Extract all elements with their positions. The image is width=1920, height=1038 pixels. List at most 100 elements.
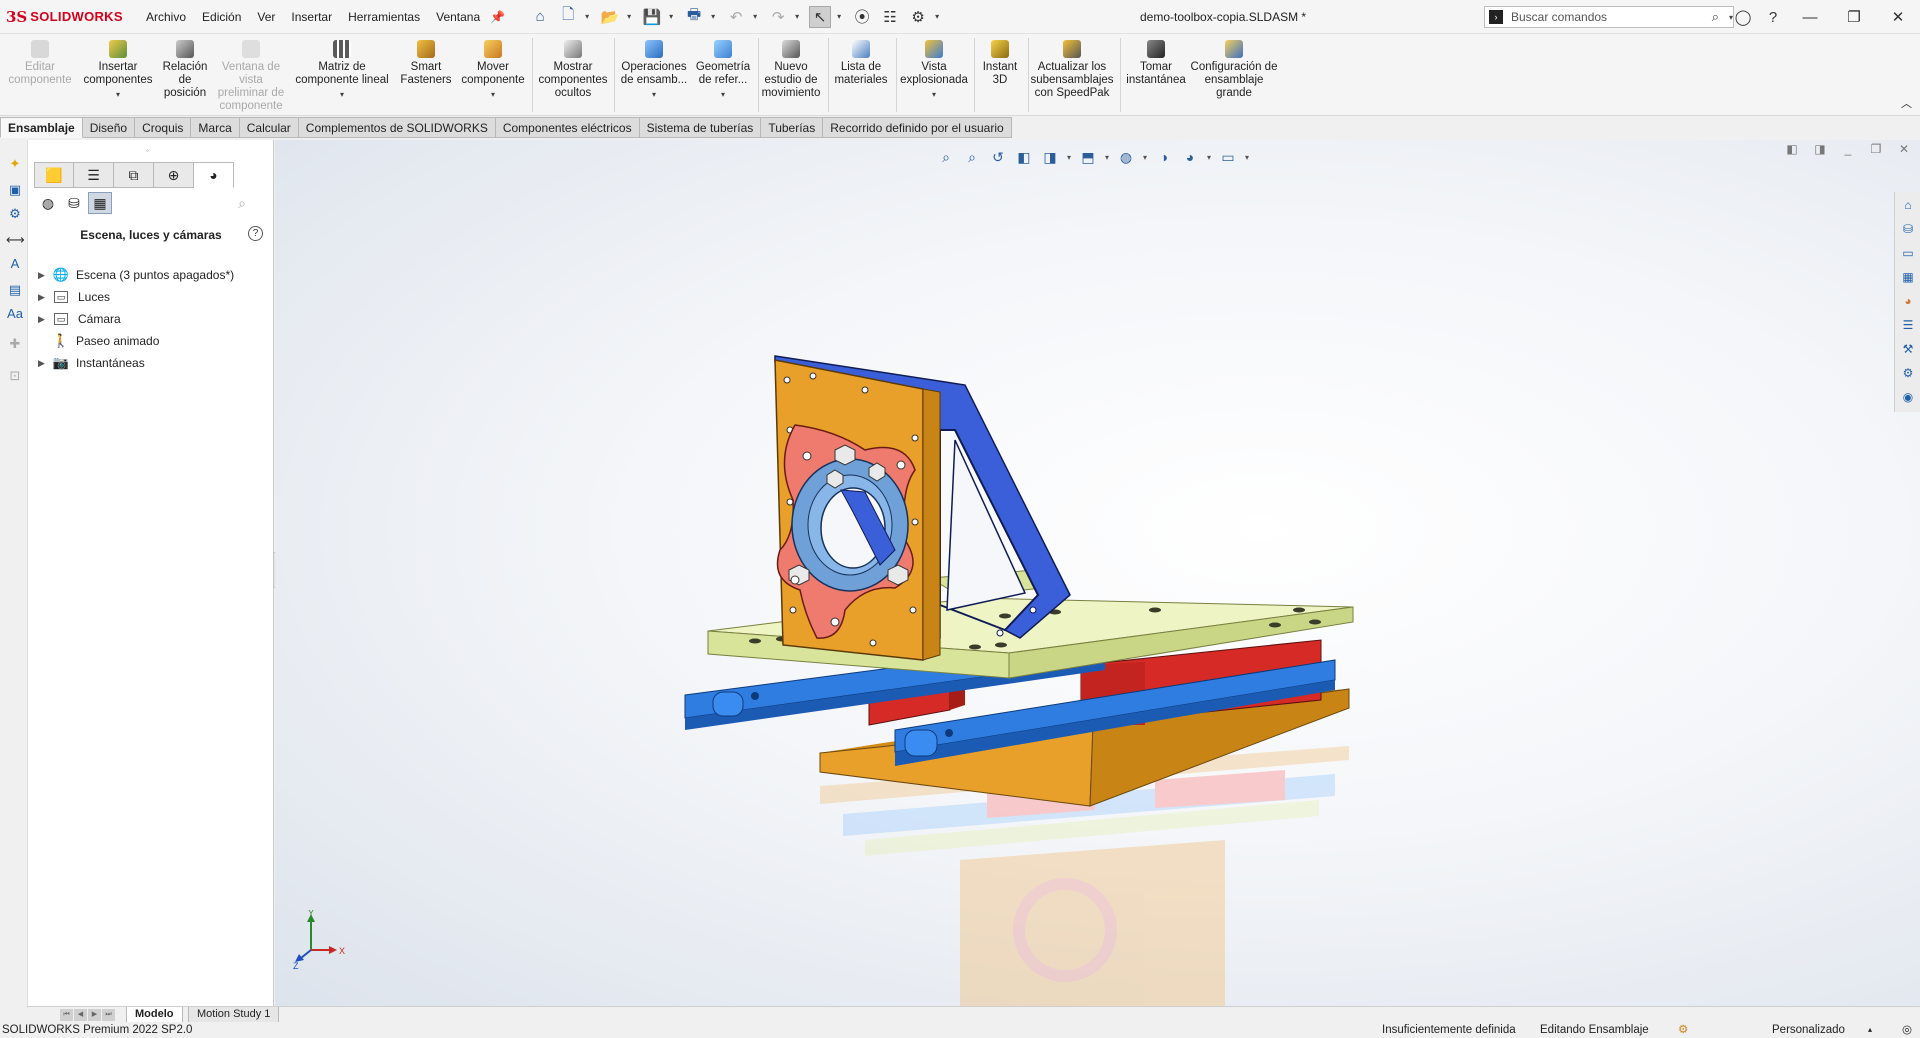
select-pointer-icon[interactable]: ↖ (809, 5, 832, 28)
restore-button[interactable]: ❐ (1832, 8, 1876, 26)
ribbon-component-preview[interactable]: Ventana de vista preliminar de component… (216, 40, 286, 113)
file-properties-icon[interactable]: ☷ (879, 6, 901, 28)
rebuild-status-icon[interactable]: ⚙ (1678, 1022, 1688, 1038)
smart-component-icon[interactable]: ✦ (6, 156, 24, 174)
tab-marca[interactable]: Marca (191, 117, 240, 138)
new-dropdown-icon[interactable]: ▾ (585, 12, 593, 21)
add-item-icon[interactable]: ✚ (6, 336, 24, 354)
expand-arrow-icon[interactable]: ▶ (38, 314, 52, 325)
tab-complementos[interactable]: Complementos de SOLIDWORKS (298, 117, 496, 138)
status-units[interactable]: Personalizado (1772, 1022, 1845, 1038)
ribbon-bom[interactable]: Lista de materiales (832, 40, 890, 87)
ribbon-exploded-view[interactable]: Vista explosionada ▾ (900, 40, 968, 101)
tree-item-lights[interactable]: ▶ ▭ Luces (38, 286, 234, 308)
graphics-area[interactable]: ⌕ ⌕ ↺ ◧ ◨ ▾ ⬒ ▾ ◍ ▾ ◑ ◕ ▾ ▭ ▾ ◧ ◨ _ ❐ ✕ ⌂ ⛁ ▭… (275, 140, 1920, 1006)
ribbon-linear-pattern[interactable]: Matriz de componente lineal ▾ (292, 40, 392, 101)
ribbon-show-hidden[interactable]: Mostrar componentes ocultos (536, 40, 610, 100)
chevron-down-icon[interactable]: ▾ (80, 88, 156, 101)
ribbon-edit-component[interactable]: Editar componente (6, 40, 74, 87)
ribbon-move-component[interactable]: Mover componente ▾ (460, 40, 526, 101)
menu-ventana[interactable]: Ventana (428, 10, 488, 24)
ribbon-snapshot[interactable]: Tomar instantánea (1124, 40, 1188, 87)
menu-archivo[interactable]: Archivo (138, 10, 194, 24)
options-dropdown-icon[interactable]: ▾ (935, 12, 943, 21)
new-document-icon[interactable]: 🗋 (557, 6, 579, 28)
ribbon-large-assembly[interactable]: Configuración de ensamblaje grande (1190, 40, 1278, 100)
chevron-down-icon[interactable]: ▾ (900, 88, 968, 101)
search-icon[interactable]: ⌕ (1712, 9, 1719, 25)
assembly-model[interactable] (275, 140, 1920, 1006)
collapse-ribbon-icon[interactable]: ︿ (1901, 95, 1912, 111)
tab-ensamblaje[interactable]: Ensamblaje (0, 117, 83, 138)
menu-herramientas[interactable]: Herramientas (340, 10, 428, 24)
expand-arrow-icon[interactable]: ▶ (38, 292, 52, 303)
display-manager-tab-icon[interactable]: ◕ (194, 162, 234, 188)
dimension-icon[interactable]: ⟷ (6, 232, 25, 250)
dimxpert-tab-icon[interactable]: ⊕ (154, 162, 194, 188)
minimize-button[interactable]: — (1788, 9, 1832, 26)
user-account-icon[interactable]: ◯ (1728, 8, 1758, 26)
select-dropdown-icon[interactable]: ▾ (837, 12, 845, 21)
tab-sistema-tuberias[interactable]: Sistema de tuberías (639, 117, 762, 138)
save-dropdown-icon[interactable]: ▾ (669, 12, 677, 21)
panel-help-icon[interactable]: ? (248, 226, 263, 241)
expand-arrow-icon[interactable]: ▶ (38, 358, 52, 369)
print-icon[interactable]: 🖶 (683, 6, 705, 28)
ribbon-new-motion-study[interactable]: Nuevo estudio de movimiento (760, 40, 822, 100)
save-icon[interactable]: 💾 (641, 6, 663, 28)
tab-tuberias[interactable]: Tuberías (761, 117, 824, 138)
command-search[interactable]: › Buscar comandos ⌕ ▾ (1484, 6, 1734, 28)
propertymanager-tab-icon[interactable]: ☰ (74, 162, 114, 188)
solidworks-logo[interactable]: 3S SOLIDWORKS (0, 8, 138, 26)
ribbon-speedpak[interactable]: Actualizar los subensamblajes con SpeedP… (1030, 40, 1114, 100)
tree-item-scene[interactable]: ▶ 🌐 Escena (3 puntos apagados*) (38, 264, 234, 286)
tree-item-snapshots[interactable]: ▶ 📷 Instantáneas (38, 352, 234, 374)
chevron-down-icon[interactable]: ▾ (618, 88, 690, 101)
expand-arrow-icon[interactable]: ▶ (38, 270, 52, 281)
ribbon-mate[interactable]: Relación de posición (158, 40, 212, 100)
text-aa-icon[interactable]: Aa (6, 306, 24, 324)
undo-icon[interactable]: ↶ (725, 6, 747, 28)
featuremanager-tab-icon[interactable]: 🟨 (34, 162, 74, 188)
previous-tab-icon[interactable]: ◀ (74, 1009, 87, 1021)
chevron-down-icon[interactable]: ▾ (692, 88, 754, 101)
ribbon-insert-components[interactable]: Insertar componentes ▾ (80, 40, 156, 101)
tab-motion-study-1[interactable]: Motion Study 1 (188, 1007, 280, 1023)
menu-ver[interactable]: Ver (249, 10, 283, 24)
tab-componentes-electricos[interactable]: Componentes eléctricos (495, 117, 640, 138)
appearances-icon[interactable]: ◍ (36, 192, 60, 214)
xxx-fastener-icon[interactable]: ⚙ (6, 206, 24, 224)
open-dropdown-icon[interactable]: ▾ (627, 12, 635, 21)
annotation-a-icon[interactable]: A (6, 256, 24, 274)
ribbon-smart-fasteners[interactable]: Smart Fasteners (396, 40, 456, 87)
tab-modelo[interactable]: Modelo (126, 1007, 183, 1023)
redo-dropdown-icon[interactable]: ▾ (795, 12, 803, 21)
first-tab-icon[interactable]: ⏮ (60, 1009, 73, 1021)
scene-lights-cameras-icon[interactable]: ▦ (88, 192, 112, 214)
ribbon-instant3d[interactable]: Instant 3D (976, 40, 1024, 87)
menu-edicion[interactable]: Edición (194, 10, 249, 24)
tab-recorrido[interactable]: Recorrido definido por el usuario (823, 117, 1012, 138)
tree-item-walkthrough[interactable]: 🚶 Paseo animado (38, 330, 234, 352)
home-icon[interactable]: ⌂ (529, 6, 551, 28)
tab-calcular[interactable]: Calcular (239, 117, 299, 138)
chevron-down-icon[interactable]: ▾ (292, 88, 392, 101)
tab-diseno[interactable]: Diseño (82, 117, 136, 138)
close-button[interactable]: ✕ (1876, 8, 1920, 26)
print-dropdown-icon[interactable]: ▾ (711, 12, 719, 21)
last-tab-icon[interactable]: ⏭ (102, 1009, 115, 1021)
options-gear-icon[interactable]: ⚙ (907, 6, 929, 28)
redo-icon[interactable]: ↷ (767, 6, 789, 28)
ribbon-assembly-features[interactable]: Operaciones de ensamb... ▾ (618, 40, 690, 101)
view-layout-icon[interactable]: ▣ (6, 182, 24, 200)
configurationmanager-tab-icon[interactable]: ⧉ (114, 162, 154, 188)
rebuild-traffic-light-icon[interactable]: ⦿ (851, 6, 873, 28)
ribbon-reference-geometry[interactable]: Geometría de refer... ▾ (692, 40, 754, 101)
help-icon[interactable]: ? (1758, 9, 1788, 26)
decals-icon[interactable]: ⛁ (62, 192, 86, 214)
menu-insertar[interactable]: Insertar (283, 10, 340, 24)
pin-icon[interactable]: 📌 (490, 10, 505, 24)
units-dropdown-icon[interactable]: ▴ (1868, 1022, 1872, 1038)
tree-item-camera[interactable]: ▶ ▭ Cámara (38, 308, 234, 330)
search-filter-icon[interactable]: ⌕ (230, 192, 254, 214)
